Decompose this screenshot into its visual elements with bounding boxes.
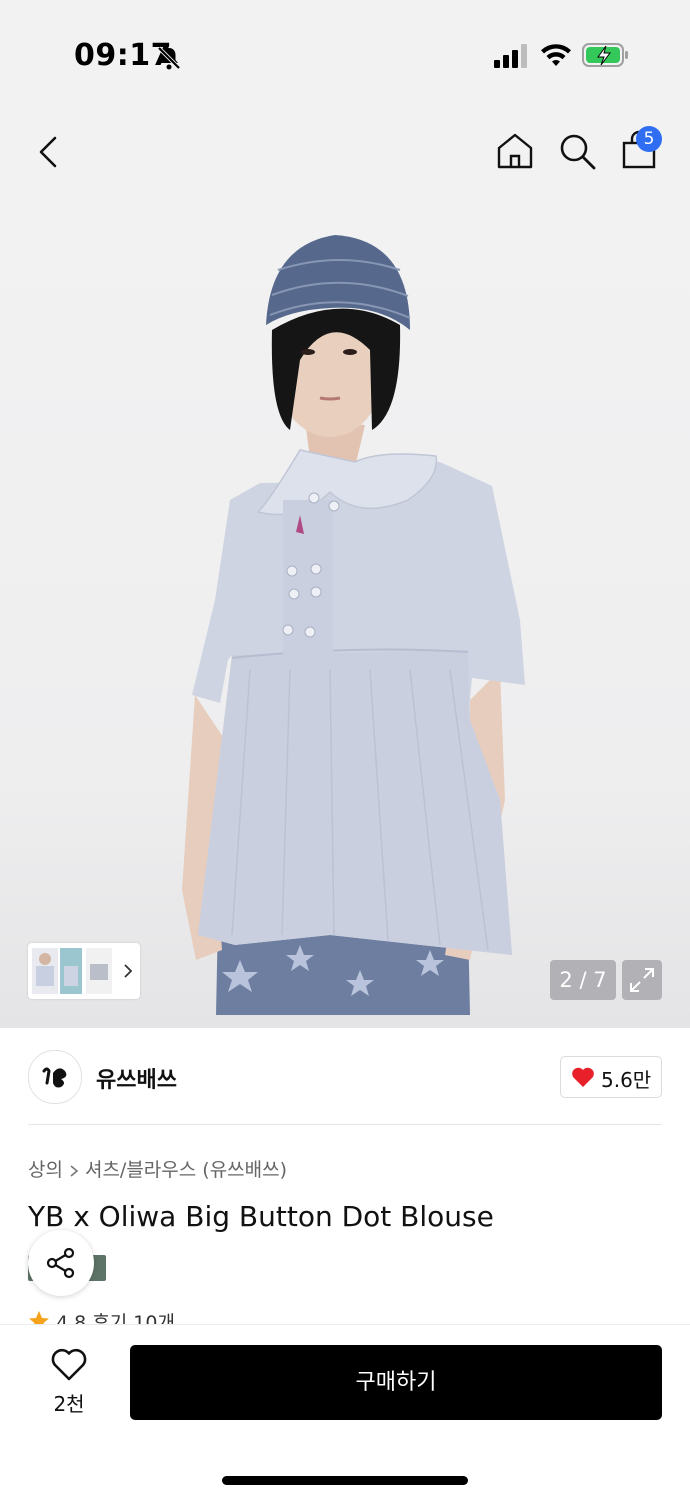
breadcrumb-subcategory[interactable]: 셔츠/블라우스 (유쓰배쓰) bbox=[85, 1155, 287, 1182]
wishlist-count: 2천 bbox=[53, 1392, 85, 1416]
brand-logo[interactable] bbox=[28, 1050, 82, 1104]
image-counter: 2 / 7 bbox=[550, 960, 616, 1000]
model-photo bbox=[182, 235, 525, 1015]
signal-icon bbox=[494, 44, 527, 68]
brand-name[interactable]: 유쓰배쓰 bbox=[96, 1062, 177, 1094]
thumbnail-image bbox=[32, 948, 58, 994]
divider bbox=[28, 1124, 662, 1125]
chevron-right-icon bbox=[70, 1164, 79, 1177]
breadcrumb: 상의 셔츠/블라우스 (유쓰배쓰) bbox=[28, 1155, 287, 1182]
home-indicator bbox=[222, 1476, 468, 1485]
expand-icon bbox=[630, 968, 654, 992]
battery-charging-icon bbox=[582, 43, 628, 67]
wifi-icon bbox=[541, 44, 571, 66]
status-bar: 09:17 bbox=[0, 0, 690, 110]
home-icon[interactable] bbox=[494, 130, 536, 172]
expand-button[interactable] bbox=[622, 960, 662, 1000]
bell-slash-icon bbox=[157, 46, 181, 70]
product-image[interactable] bbox=[0, 200, 690, 1028]
search-icon[interactable] bbox=[556, 130, 598, 172]
breadcrumb-category[interactable]: 상의 bbox=[28, 1155, 63, 1182]
back-icon[interactable] bbox=[30, 132, 70, 172]
top-nav bbox=[0, 110, 690, 200]
heart-icon bbox=[572, 1067, 594, 1087]
buy-button[interactable]: 구매하기 bbox=[130, 1345, 662, 1420]
thumbnail-image bbox=[60, 948, 82, 994]
brand-like-button[interactable]: 5.6만 bbox=[560, 1056, 662, 1098]
thumbnail-image bbox=[86, 948, 112, 994]
thumbnail-strip[interactable] bbox=[28, 943, 140, 999]
wishlist-heart-icon[interactable] bbox=[50, 1348, 88, 1382]
share-button[interactable] bbox=[28, 1230, 94, 1296]
chevron-right-icon bbox=[124, 964, 133, 978]
share-icon bbox=[46, 1247, 75, 1279]
brand-like-count: 5.6만 bbox=[601, 1068, 652, 1092]
cart-count-badge[interactable]: 5 bbox=[636, 126, 662, 152]
brand-logo-mark bbox=[42, 1067, 67, 1088]
product-title: YB x Oliwa Big Button Dot Blouse bbox=[28, 1200, 494, 1233]
